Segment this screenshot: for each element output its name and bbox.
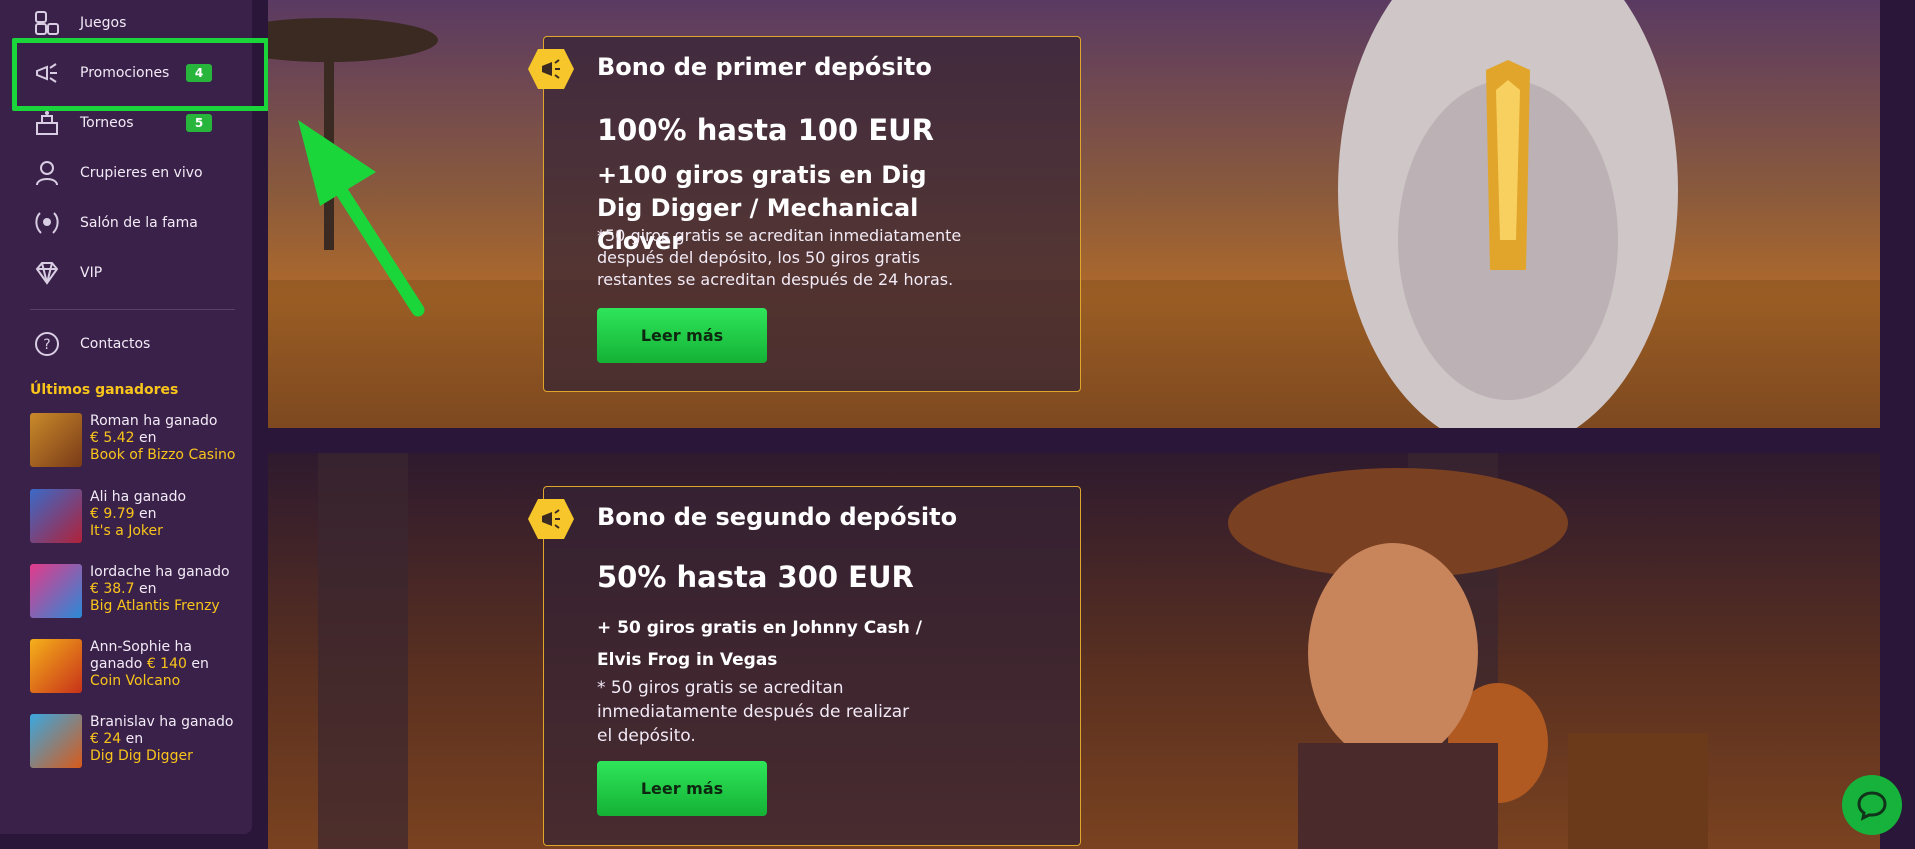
sidebar-item-juegos[interactable]: Juegos bbox=[30, 5, 230, 41]
promo-headline: 100% hasta 100 EUR bbox=[597, 113, 935, 147]
tournament-icon bbox=[30, 108, 64, 138]
winners-title: Últimos ganadores bbox=[30, 382, 179, 398]
game-thumbnail bbox=[30, 413, 82, 467]
games-icon bbox=[30, 8, 64, 38]
sidebar-item-vip[interactable]: VIP bbox=[30, 255, 230, 291]
winner-suffix: en bbox=[134, 581, 157, 597]
winner-game-link[interactable]: Dig Dig Digger bbox=[90, 748, 240, 765]
winner-game-link[interactable]: Book of Bizzo Casino bbox=[90, 447, 235, 464]
winner-text: Roman ha ganado bbox=[90, 413, 218, 429]
winner-item[interactable]: Ali ha ganado € 9.79 en It's a Joker bbox=[30, 489, 240, 547]
svg-text:?: ? bbox=[43, 337, 50, 353]
read-more-button[interactable]: Leer más bbox=[597, 308, 767, 363]
winner-game-link[interactable]: It's a Joker bbox=[90, 523, 186, 540]
promo-headline: 50% hasta 300 EUR bbox=[597, 560, 914, 594]
winner-item[interactable]: Iordache ha ganado € 38.7 en Big Atlantis… bbox=[30, 564, 240, 622]
sidebar-item-label: Crupieres en vivo bbox=[80, 165, 203, 181]
winner-amount: € 140 bbox=[146, 656, 187, 672]
promo-subtitle: + 50 giros gratis en Johnny Cash / Elvis… bbox=[597, 618, 923, 670]
promo-note: *50 giros gratis se acreditan inmediatam… bbox=[597, 226, 962, 289]
sidebar-item-salon-fama[interactable]: Salón de la fama bbox=[30, 205, 230, 241]
sidebar-item-label: Salón de la fama bbox=[80, 215, 198, 231]
winner-text: Iordache ha ganado bbox=[90, 564, 230, 580]
game-thumbnail bbox=[30, 489, 82, 543]
promo-banner-second-deposit: Bono de segundo depósito 50% hasta 300 E… bbox=[268, 453, 1880, 849]
promo-card: Bono de primer depósito 100% hasta 100 E… bbox=[528, 36, 1081, 392]
winner-suffix: en bbox=[186, 656, 209, 672]
winner-text: Ali ha ganado bbox=[90, 489, 187, 505]
winner-item[interactable]: Ann-Sophie ha ganado € 140 en Coin Volcan… bbox=[30, 639, 240, 697]
promo-title: Bono de segundo depósito bbox=[597, 503, 958, 531]
sidebar-item-label: VIP bbox=[80, 265, 103, 281]
winner-text: Branislav ha ganado bbox=[90, 714, 234, 730]
megaphone-icon bbox=[528, 49, 574, 89]
winner-suffix: en bbox=[121, 731, 144, 747]
sidebar-item-contactos[interactable]: ? Contactos bbox=[30, 326, 230, 362]
sidebar-item-label: Juegos bbox=[80, 15, 127, 31]
sidebar-item-label: Contactos bbox=[80, 336, 151, 352]
winner-suffix: en bbox=[134, 506, 157, 522]
megaphone-icon bbox=[528, 499, 574, 539]
chat-icon bbox=[1857, 791, 1887, 821]
game-thumbnail bbox=[30, 564, 82, 618]
promo-banner-first-deposit: Bono de primer depósito 100% hasta 100 E… bbox=[268, 0, 1880, 428]
sidebar: Juegos Promociones 4 Torneos 5 Crupieres… bbox=[0, 0, 252, 834]
winner-item[interactable]: Roman ha ganado € 5.42 en Book of Bizzo Ca… bbox=[30, 413, 240, 471]
winner-game-link[interactable]: Coin Volcano bbox=[90, 673, 240, 690]
winner-amount: € 38.7 bbox=[90, 581, 135, 597]
dealer-icon bbox=[30, 158, 64, 188]
sidebar-divider bbox=[30, 309, 235, 310]
winner-game-link[interactable]: Big Atlantis Frenzy bbox=[90, 598, 240, 615]
game-thumbnail bbox=[30, 639, 82, 693]
sidebar-item-label: Torneos bbox=[80, 115, 134, 131]
winner-amount: € 9.79 bbox=[90, 506, 135, 522]
diamond-icon bbox=[30, 258, 64, 288]
promo-note: * 50 giros gratis se acreditan inmediata… bbox=[597, 678, 910, 746]
winner-amount: € 5.42 bbox=[90, 430, 135, 446]
promo-card: Bono de segundo depósito 50% hasta 300 E… bbox=[528, 486, 1081, 846]
chat-button[interactable] bbox=[1842, 775, 1902, 835]
laurel-icon bbox=[30, 208, 64, 238]
promo-title: Bono de primer depósito bbox=[597, 53, 932, 81]
tournament-count-badge: 5 bbox=[186, 114, 212, 132]
winner-item[interactable]: Branislav ha ganado € 24 en Dig Dig Digge… bbox=[30, 714, 240, 772]
sidebar-item-crupieres[interactable]: Crupieres en vivo bbox=[30, 155, 230, 191]
winner-amount: € 24 bbox=[90, 731, 122, 747]
game-thumbnail bbox=[30, 714, 82, 768]
green-arrow-annotation bbox=[298, 120, 425, 317]
highlight-box bbox=[12, 38, 269, 111]
winner-suffix: en bbox=[134, 430, 157, 446]
read-more-button[interactable]: Leer más bbox=[597, 761, 767, 816]
help-icon: ? bbox=[30, 329, 64, 359]
